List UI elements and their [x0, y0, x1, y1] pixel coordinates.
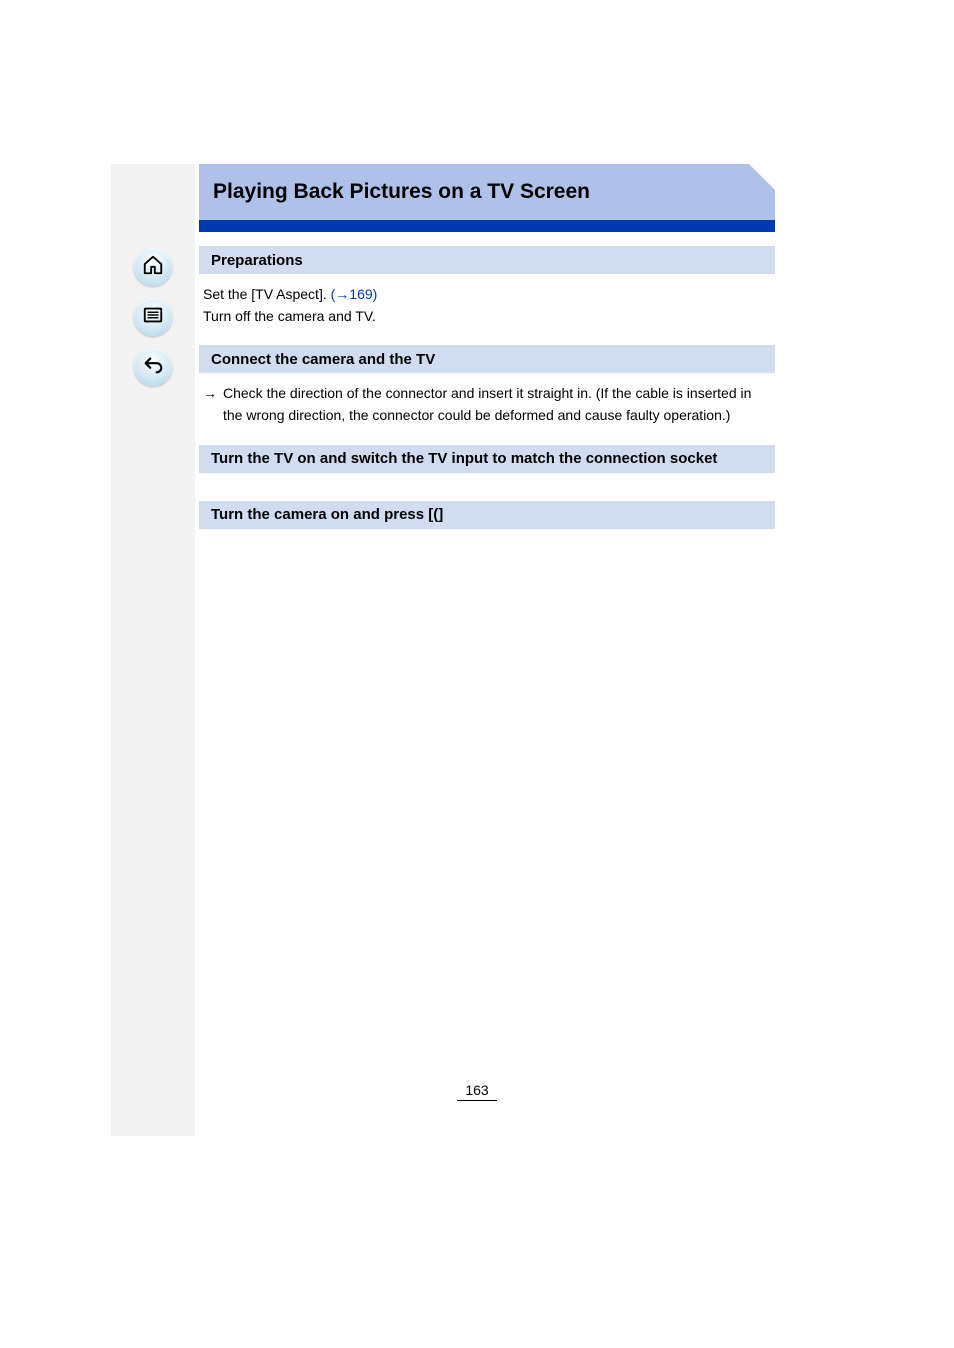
section-header-switch-input: Turn the TV on and switch the TV input t… — [199, 445, 775, 473]
page-title-block: Playing Back Pictures on a TV Screen — [199, 164, 775, 232]
title-underbar — [199, 220, 775, 232]
home-icon — [142, 254, 164, 281]
page-title: Playing Back Pictures on a TV Screen — [199, 164, 775, 220]
section-header-preparations: Preparations — [199, 246, 775, 274]
section-body-text: Check the direction of the connector and… — [223, 383, 771, 426]
section-header-text: Preparations — [211, 252, 303, 269]
content-area: Playing Back Pictures on a TV Screen Pre… — [199, 164, 775, 553]
section-header-connect: Connect the camera and the TV — [199, 345, 775, 373]
page-ref-link[interactable]: (→169) — [331, 286, 378, 302]
page-number-value: 163 — [457, 1082, 496, 1101]
page-title-text: Playing Back Pictures on a TV Screen — [213, 180, 590, 204]
nav-list-button[interactable] — [134, 298, 172, 336]
sidebar — [111, 164, 195, 1136]
nav-home-button[interactable] — [134, 248, 172, 286]
section-header-text: Turn the camera on and press [(] — [211, 506, 443, 523]
title-corner-cut — [749, 164, 775, 190]
section-body-turn-on — [199, 529, 775, 553]
nav-back-button[interactable] — [134, 348, 172, 386]
section-header-text: Connect the camera and the TV — [211, 351, 435, 368]
section-body-text: Set the [TV Aspect]. (→169)Turn off the … — [203, 286, 377, 324]
section-header-turn-on: Turn the camera on and press [(] — [199, 501, 775, 529]
arrow-right-icon: → — [203, 383, 223, 405]
section-header-text: Turn the TV on and switch the TV input t… — [211, 450, 717, 467]
section-body-switch-input — [199, 473, 775, 497]
page-number: 163 — [0, 1082, 954, 1101]
section-body-connect: → Check the direction of the connector a… — [199, 373, 775, 440]
back-icon — [142, 354, 164, 381]
section-body-preparations: Set the [TV Aspect]. (→169)Turn off the … — [199, 274, 775, 341]
list-icon — [142, 304, 164, 331]
